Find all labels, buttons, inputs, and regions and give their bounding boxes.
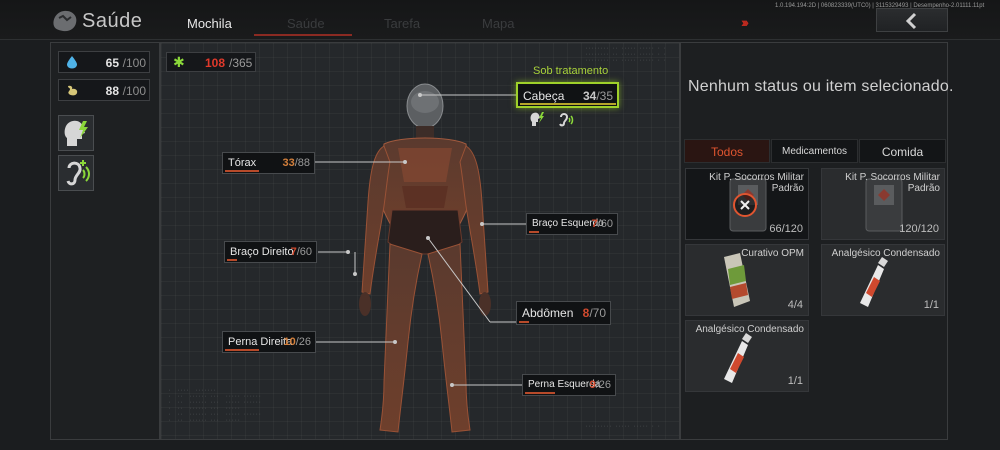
head-max: /35: [596, 89, 613, 103]
right-arm-label: Braço Direito: [230, 246, 294, 258]
right-leg-current: 10: [283, 336, 296, 348]
stomach-icon: [68, 85, 78, 96]
right-arm-max: /60: [296, 246, 312, 258]
body-part-abdomen[interactable]: Abdômen 8/70: [516, 301, 611, 325]
hydration-stat: 65 /100: [58, 51, 150, 73]
left-leg-max: /26: [595, 379, 611, 391]
body-part-left-arm[interactable]: Braço Esquerdo 7/60: [526, 213, 618, 235]
head-label: Cabeça: [523, 89, 565, 103]
abdomen-max: /70: [589, 306, 606, 320]
thorax-label: Tórax: [228, 157, 257, 169]
chevron-left-icon: [905, 12, 917, 30]
inventory-item[interactable]: Kit P. Socorros Militar Padrão 120/120: [821, 168, 945, 240]
body-part-head[interactable]: Cabeça 34/35: [516, 82, 619, 108]
health-logo-icon: [53, 10, 77, 32]
item-quantity: 4/4: [787, 299, 803, 311]
tab-saude[interactable]: Saúde: [287, 16, 325, 31]
close-icon[interactable]: [733, 193, 757, 217]
item-quantity: 1/1: [923, 299, 939, 311]
abdomen-health-bar: [519, 321, 529, 323]
player-stats-panel: [50, 42, 160, 440]
body-part-thorax[interactable]: Tórax 33/88: [222, 152, 315, 174]
spray-bottle-icon: [860, 257, 888, 307]
item-name: Kit P. Socorros Militar Padrão: [845, 172, 940, 194]
ear-tinnitus-icon: [559, 113, 574, 127]
item-name: Curativo OPM: [741, 248, 804, 259]
back-button[interactable]: [876, 8, 948, 32]
abdomen-label: Abdômen: [522, 306, 574, 320]
energy-max: /100: [122, 84, 146, 98]
item-quantity: 1/1: [787, 375, 803, 387]
inventory-item[interactable]: Curativo OPM 4/4: [685, 244, 809, 316]
hydration-max: /100: [122, 56, 146, 70]
head-current: 34: [582, 89, 597, 103]
status-effect-ear[interactable]: [58, 155, 94, 191]
right-arm-health-bar: [227, 259, 237, 261]
inventory-item[interactable]: Analgésico Condensado 1/1: [821, 244, 945, 316]
spray-bottle-icon: [724, 333, 752, 383]
close-x-glyph: [740, 200, 750, 210]
head-lightning-icon: [64, 120, 88, 146]
left-arm-max: /60: [597, 218, 613, 230]
selection-empty-text: Nenhum status ou item selecionado.: [688, 78, 954, 95]
item-name: Analgésico Condensado: [695, 324, 804, 335]
left-arm-health-bar: [529, 231, 539, 233]
tab-todos[interactable]: Todos: [684, 139, 770, 163]
thorax-current: 33: [282, 157, 295, 169]
item-name: Kit P. Socorros Militar Padrão: [709, 172, 804, 194]
body-part-left-leg[interactable]: Perna Esquerda 9/26: [522, 374, 616, 396]
energy-stat: 88 /100: [58, 79, 150, 101]
thorax-max: /88: [294, 157, 310, 169]
body-part-right-leg[interactable]: Perna Direita 10/26: [222, 331, 316, 353]
inventory-item[interactable]: Analgésico Condensado 1/1: [685, 320, 809, 392]
tab-mochila[interactable]: Mochila: [187, 16, 232, 31]
ear-tinnitus-icon: [66, 160, 90, 186]
head-health-bar: [520, 103, 616, 105]
tab-tarefa[interactable]: Tarefa: [384, 16, 420, 31]
water-drop-icon: [67, 56, 77, 69]
body-part-right-arm[interactable]: Braço Direito 7/60: [224, 241, 317, 263]
treatment-status: Sob tratamento: [533, 65, 609, 77]
right-leg-health-bar: [225, 349, 259, 351]
item-quantity: 120/120: [899, 223, 939, 235]
item-name: Analgésico Condensado: [831, 248, 940, 259]
left-leg-health-bar: [525, 392, 555, 394]
thorax-health-bar: [225, 170, 259, 172]
item-quantity: 66/120: [769, 223, 803, 235]
tab-medicamentos[interactable]: Medicamentos: [771, 139, 858, 163]
right-leg-max: /26: [295, 336, 311, 348]
head-lightning-icon: [530, 112, 544, 126]
status-effect-head[interactable]: [58, 115, 94, 151]
active-tab-indicator: [254, 34, 352, 36]
tab-comida[interactable]: Comida: [859, 139, 946, 163]
tab-mapa[interactable]: Mapa: [482, 16, 515, 31]
page-title: Saúde: [82, 10, 143, 32]
triple-chevron-right-icon[interactable]: ›››: [741, 14, 749, 30]
energy-value: 88: [105, 84, 119, 98]
bandage-icon: [724, 253, 750, 307]
hydration-value: 65: [105, 56, 119, 70]
